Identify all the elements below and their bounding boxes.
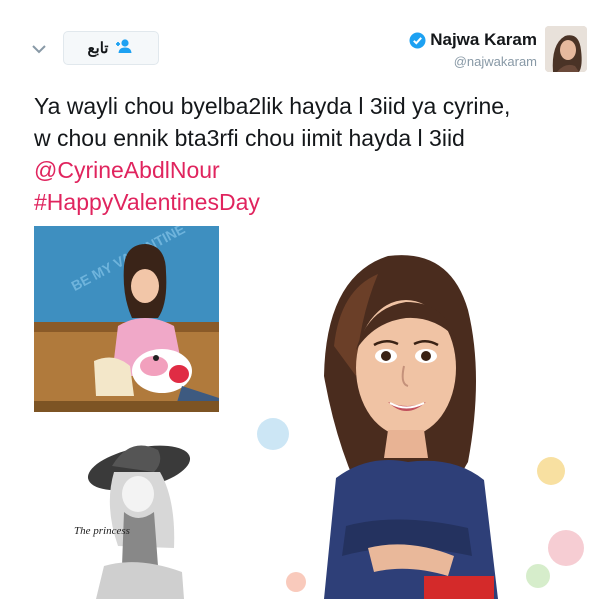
verified-badge-icon [409,32,426,49]
add-user-icon [114,38,134,58]
author-name[interactable]: Najwa Karam [430,30,537,50]
tweet-text: Ya wayli chou byelba2lik hayda l 3iid ya… [34,90,594,218]
tweet-line: Ya wayli chou byelba2lik hayda l 3iid ya… [34,93,511,119]
tweet-image-valentine[interactable]: BE MY VALENTINE [34,226,219,412]
tweet-image-caricature[interactable] [228,226,598,599]
avatar[interactable] [545,26,587,72]
author-handle[interactable]: @najwakaram [409,54,537,69]
tweet-line: w chou ennik bta3rfi chou iimit hayda l … [34,125,465,151]
hashtag-link[interactable]: #HappyValentinesDay [34,186,594,218]
author-block[interactable]: Najwa Karam @najwakaram [409,30,537,69]
mention-link[interactable]: @CyrineAbdlNour [34,154,594,186]
follow-button[interactable]: تابع [63,31,159,65]
follow-label: تابع [87,40,109,57]
princess-caption: The princess [74,525,130,537]
chevron-down-icon[interactable] [30,40,48,58]
tweet-image-sketch[interactable]: The princess [34,416,219,599]
